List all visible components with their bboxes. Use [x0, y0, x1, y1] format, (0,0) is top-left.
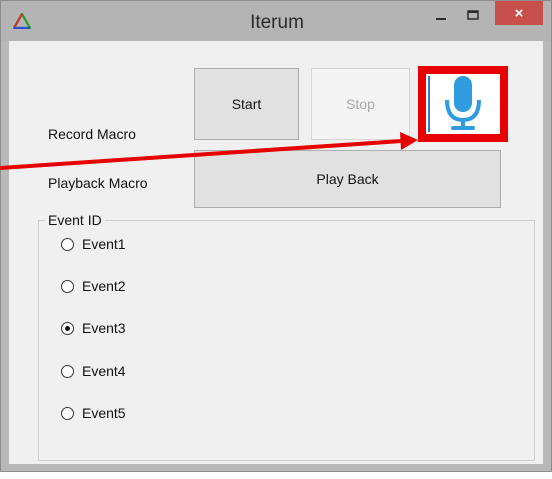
- radio-button[interactable]: [61, 364, 74, 378]
- close-button[interactable]: ×: [495, 1, 543, 25]
- radio-button[interactable]: [61, 321, 74, 335]
- maximize-button[interactable]: [457, 1, 489, 29]
- event-id-groupbox: [38, 220, 535, 461]
- radio-label: Event4: [82, 363, 126, 379]
- record-mic-button[interactable]: [418, 66, 508, 142]
- radio-option-event4[interactable]: Event4: [61, 361, 126, 381]
- radio-button[interactable]: [61, 406, 74, 420]
- microphone-icon: [445, 76, 481, 130]
- minimize-button[interactable]: [425, 1, 457, 29]
- radio-label: Event5: [82, 405, 126, 421]
- radio-option-event5[interactable]: Event5: [61, 403, 126, 423]
- close-icon: ×: [514, 4, 524, 22]
- stop-button[interactable]: Stop: [311, 68, 410, 140]
- radio-label: Event2: [82, 278, 126, 294]
- radio-option-event2[interactable]: Event2: [61, 276, 126, 296]
- screenshot-stage: Iterum × Record Macro Start Stop Playbac…: [0, 0, 552, 479]
- radio-button[interactable]: [61, 237, 74, 251]
- radio-label: Event1: [82, 236, 126, 252]
- start-button[interactable]: Start: [194, 68, 299, 140]
- record-macro-label: Record Macro: [48, 126, 136, 142]
- radio-option-event1[interactable]: Event1: [61, 234, 126, 254]
- minimize-icon: [436, 18, 446, 20]
- event-id-legend: Event ID: [45, 212, 105, 228]
- radio-label: Event3: [82, 320, 126, 336]
- maximize-icon: [467, 10, 479, 20]
- playback-macro-label: Playback Macro: [48, 175, 148, 191]
- play-back-button[interactable]: Play Back: [194, 150, 501, 208]
- radio-option-event3[interactable]: Event3: [61, 318, 126, 338]
- radio-button[interactable]: [61, 279, 74, 293]
- title-bar[interactable]: Iterum ×: [1, 1, 551, 41]
